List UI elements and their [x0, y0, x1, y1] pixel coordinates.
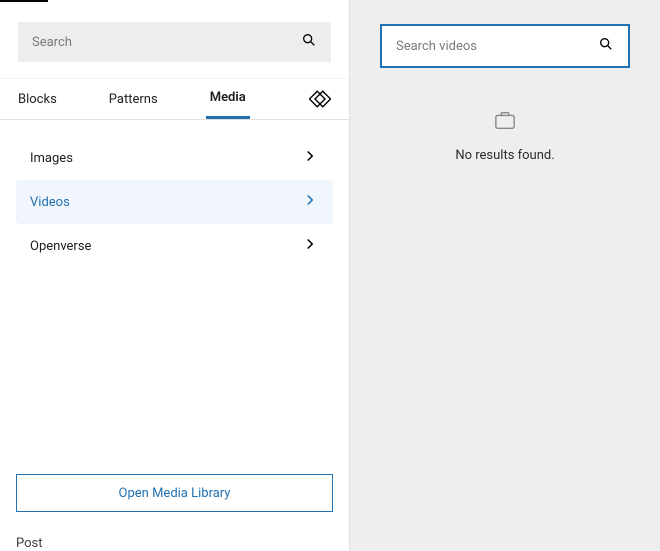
no-results: No results found.: [380, 110, 630, 163]
tab-patterns[interactable]: Patterns: [105, 79, 162, 119]
video-search-placeholder: Search videos: [396, 39, 598, 54]
category-label: Videos: [30, 195, 301, 210]
tab-media[interactable]: Media: [206, 79, 250, 119]
chevron-right-icon: [301, 191, 319, 213]
category-label: Images: [30, 151, 301, 166]
media-empty-icon: [494, 110, 516, 134]
search-icon: [301, 32, 317, 52]
category-videos[interactable]: Videos: [16, 180, 333, 224]
open-media-library-button[interactable]: Open Media Library: [16, 474, 333, 512]
inserter-panel: Search Blocks Patterns Media Images Vide…: [0, 0, 350, 551]
search-container: Search: [0, 0, 349, 78]
category-label: Openverse: [30, 239, 301, 254]
search-icon: [598, 36, 614, 56]
top-selection-marker: [0, 0, 48, 2]
category-images[interactable]: Images: [16, 136, 333, 180]
pattern-explorer-icon[interactable]: [305, 88, 335, 110]
bottom-area: Open Media Library: [0, 458, 349, 528]
search-placeholder: Search: [32, 35, 301, 50]
chevron-right-icon: [301, 147, 319, 169]
inserter-tabs: Blocks Patterns Media: [0, 78, 349, 120]
no-results-text: No results found.: [455, 148, 554, 163]
tab-blocks[interactable]: Blocks: [14, 79, 61, 119]
video-search-box[interactable]: Search videos: [380, 24, 630, 68]
chevron-right-icon: [301, 235, 319, 257]
post-label: Post: [0, 528, 349, 551]
search-box[interactable]: Search: [18, 22, 331, 62]
media-results-panel: Search videos No results found.: [350, 0, 660, 551]
media-categories: Images Videos Openverse: [0, 120, 349, 458]
category-openverse[interactable]: Openverse: [16, 224, 333, 268]
